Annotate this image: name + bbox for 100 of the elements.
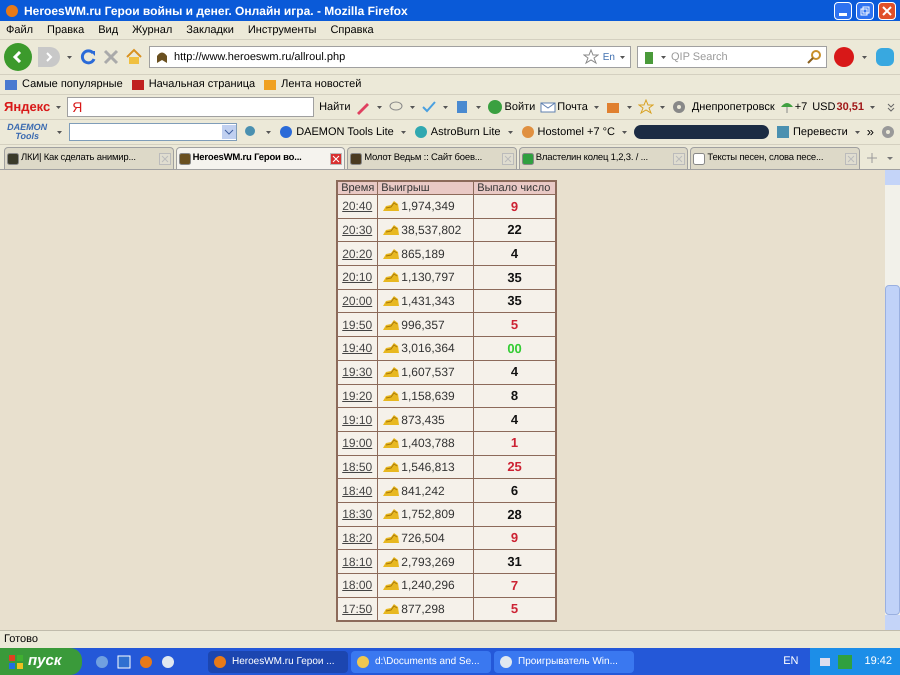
result-number: 7 — [510, 578, 518, 593]
menu-item[interactable]: Файл — [6, 22, 34, 38]
browser-tab[interactable]: Властелин колец 1,2,3. / ... — [518, 147, 688, 169]
result-number: 35 — [507, 293, 522, 308]
winnings-value: 1,607,537 — [401, 364, 455, 382]
taskbar-button[interactable]: d:\Documents and Se... — [351, 650, 491, 672]
daemon-logo[interactable]: DAEMON Tools — [4, 123, 50, 141]
coins-icon — [382, 200, 400, 212]
result-number: 35 — [507, 270, 522, 285]
browser-tab[interactable]: Молот Ведьм :: Сайт боев... — [347, 147, 517, 169]
winnings-value: 1,240,296 — [401, 577, 455, 594]
tab-label: Тексты песен, слова песе... — [707, 151, 824, 166]
yandex-logo[interactable]: Яндекс — [4, 97, 50, 117]
reload-icon[interactable] — [79, 48, 97, 66]
close-button[interactable] — [878, 2, 896, 20]
winnings-value: 877,298 — [401, 600, 445, 618]
restore-button[interactable] — [856, 2, 874, 20]
menu-item[interactable]: Вид — [98, 22, 118, 38]
address-bar[interactable]: http://www.heroeswm.ru/allroul.php En — [149, 46, 631, 68]
winnings-value: 996,357 — [401, 316, 445, 334]
tab-label: Властелин колец 1,2,3. / ... — [536, 151, 649, 166]
coins-icon — [382, 295, 400, 308]
home-icon[interactable] — [125, 48, 143, 66]
site-icon — [522, 152, 534, 164]
task-label: HeroesWM.ru Герои ... — [232, 655, 335, 669]
site-icon — [693, 152, 706, 164]
coins-icon — [382, 579, 400, 592]
menu-item[interactable]: Закладки — [186, 22, 234, 38]
currency-label[interactable]: USD — [812, 98, 836, 116]
browser-tab[interactable]: ЛКИ| Как сделать анимир... — [4, 147, 174, 169]
winnings-value: 865,189 — [401, 246, 445, 263]
result-number: 5 — [510, 601, 518, 616]
result-number: 28 — [507, 506, 522, 522]
minimize-icon — [839, 12, 847, 16]
toolbar-button[interactable]: AstroBurn Lite — [430, 124, 500, 140]
window-icon[interactable] — [116, 654, 132, 670]
search-icon[interactable] — [806, 49, 822, 65]
winnings-value: 726,504 — [401, 530, 445, 547]
winnings-value: 3,016,364 — [401, 340, 455, 358]
tab-label: ЛКИ| Как сделать анимир... — [21, 151, 137, 166]
column-header: Выигрыш — [378, 181, 474, 194]
browser-tab[interactable]: Тексты песен, слова песе... — [690, 147, 860, 169]
winnings-value: 1,431,343 — [401, 293, 455, 310]
scrollbar[interactable] — [885, 170, 900, 630]
city-label[interactable]: Днепропетровск — [692, 98, 775, 116]
minimize-button[interactable] — [834, 2, 852, 20]
more-button[interactable]: » — [866, 122, 874, 142]
login-button[interactable]: Войти — [504, 98, 536, 116]
start-button[interactable]: пуск — [0, 648, 82, 675]
column-header: Время — [337, 181, 378, 194]
dropdown-icon[interactable] — [222, 125, 236, 139]
weather-label[interactable]: +7 — [794, 98, 808, 116]
browser-tab[interactable]: HeroesWM.ru Герои во... — [176, 147, 346, 169]
winnings-value: 1,403,788 — [401, 435, 455, 452]
winnings-value: 1,752,809 — [401, 506, 455, 524]
result-number: 4 — [510, 246, 518, 261]
search-box[interactable]: QIP Search — [637, 46, 827, 68]
coins-icon — [382, 508, 400, 520]
url-text: http://www.heroeswm.ru/allroul.php — [174, 50, 346, 65]
translate-button[interactable]: Перевести — [792, 124, 848, 140]
coins-icon — [382, 248, 400, 260]
back-button[interactable] — [4, 43, 32, 71]
taskbar-button[interactable]: Проигрыватель Win... — [494, 650, 634, 672]
winnings-value: 2,793,269 — [401, 554, 455, 571]
result-number: 8 — [510, 388, 518, 404]
find-button[interactable]: Найти — [319, 98, 350, 116]
coins-icon — [382, 414, 400, 426]
winnings-value: 38,537,802 — [401, 222, 462, 240]
language-indicator[interactable]: En — [602, 50, 615, 64]
menu-item[interactable]: Инструменты — [248, 22, 316, 38]
menu-item[interactable]: Справка — [330, 22, 374, 38]
result-number: 1 — [510, 435, 518, 450]
clock: 19:42 — [864, 654, 892, 670]
bookmark-link[interactable]: Самые популярные — [22, 76, 123, 93]
toolbar-button[interactable]: DAEMON Tools Lite — [296, 124, 394, 140]
media-player-bar[interactable] — [634, 125, 769, 139]
rate-value[interactable]: 30,51 — [836, 98, 864, 116]
bookmark-link[interactable]: Начальная страница — [148, 76, 256, 93]
taskbar-button[interactable]: HeroesWM.ru Герои ... — [208, 650, 348, 672]
search-field[interactable]: QIP Search — [671, 48, 802, 66]
star-icon[interactable] — [582, 49, 599, 65]
close-icon[interactable] — [330, 152, 342, 164]
menu-item[interactable]: Журнал — [132, 22, 172, 38]
menu-item[interactable]: Правка — [47, 22, 84, 38]
coins-icon — [382, 602, 400, 615]
winnings-value: 841,242 — [401, 482, 445, 500]
bookmark-link[interactable]: Лента новостей — [281, 76, 362, 93]
language-indicator[interactable]: EN — [783, 653, 798, 670]
daemon-search-field[interactable] — [69, 123, 238, 141]
windows-logo-icon — [8, 654, 24, 670]
coins-icon — [382, 366, 400, 378]
yandex-search-field[interactable]: Я — [67, 97, 314, 117]
star-icon[interactable] — [638, 99, 654, 115]
site-icon — [7, 152, 19, 164]
toolbar-button[interactable]: Hostomel +7 °C — [538, 124, 615, 140]
mail-button[interactable]: Почта — [557, 98, 588, 116]
coins-icon — [382, 556, 400, 568]
close-icon — [882, 6, 892, 16]
status-text: Готово — [4, 632, 38, 648]
check-icon[interactable] — [421, 99, 438, 115]
